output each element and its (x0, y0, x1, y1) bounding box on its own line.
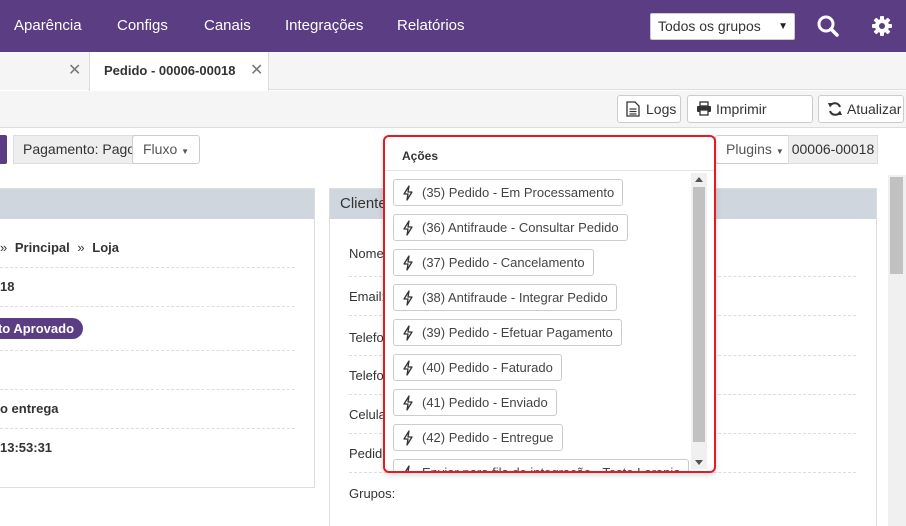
actions-scrollbar[interactable] (691, 173, 707, 469)
tab-order[interactable]: Pedido - 00006-00018 ✕ (89, 52, 269, 91)
action-label: Enviar para fila de integração - Teste L… (422, 465, 681, 473)
bolt-icon (403, 290, 413, 306)
scroll-down-icon[interactable] (695, 460, 703, 465)
bolt-icon (403, 395, 413, 411)
nav-configs[interactable]: Configs (117, 0, 168, 52)
bolt-icon (403, 185, 413, 201)
top-navbar: Aparência Configs Canais Integrações Rel… (0, 0, 906, 52)
action-label: (39) Pedido - Efetuar Pagamento (422, 325, 613, 340)
client-phone2-label: Telefo (349, 368, 384, 383)
time-value: 13:53:31 (0, 440, 53, 455)
order-id-value: 18 (0, 279, 15, 294)
plugins-label: Plugins (726, 141, 772, 157)
divider (0, 267, 295, 268)
flow-dropdown[interactable]: Fluxo ▼ (132, 135, 201, 164)
actions-scrollbar-thumb[interactable] (693, 187, 705, 442)
store-breadcrumb: » Principal » Loja (0, 240, 295, 255)
order-number: 00006-00018 (788, 135, 878, 164)
action-faturado[interactable]: (40) Pedido - Faturado (393, 354, 562, 381)
client-orders-label: Pedid (349, 446, 383, 461)
nav-aparencia[interactable]: Aparência (14, 0, 82, 52)
gear-icon[interactable] (869, 13, 895, 39)
logs-button[interactable]: Logs (617, 95, 681, 123)
action-label: (35) Pedido - Em Processamento (422, 185, 615, 200)
breadcrumb-separator: » (0, 240, 8, 255)
chevron-down-icon: ▼ (778, 21, 788, 32)
print-button[interactable]: Imprimir pedido (687, 95, 813, 143)
close-icon[interactable]: ✕ (250, 52, 263, 90)
nav-canais[interactable]: Canais (204, 0, 251, 52)
refresh-button[interactable]: Atualizar (818, 95, 904, 123)
action-label: (37) Pedido - Cancelamento (422, 255, 585, 270)
toolbar: Logs Imprimir pedido Atualizar (0, 91, 906, 143)
breadcrumb-principal: Principal (14, 240, 70, 255)
search-icon[interactable] (815, 13, 841, 39)
action-enviar-fila-integracao[interactable]: Enviar para fila de integração - Teste L… (393, 459, 690, 473)
caret-down-icon: ▼ (775, 147, 784, 156)
action-label: (36) Antifraude - Consultar Pedido (422, 220, 619, 235)
actions-dropdown: Ações (35) Pedido - Em Processamento (36… (383, 135, 716, 473)
divider (0, 428, 295, 429)
plugins-dropdown[interactable]: Plugins ▼ (715, 135, 795, 164)
action-label: (41) Pedido - Enviado (422, 395, 548, 410)
bolt-icon (403, 325, 413, 341)
action-label: (38) Antifraude - Integrar Pedido (422, 290, 608, 305)
group-select[interactable]: Todos os grupos ▼ (650, 13, 795, 40)
action-antifraude-consultar[interactable]: (36) Antifraude - Consultar Pedido (393, 214, 628, 241)
payment-badge: Pagamento: Pago (13, 135, 146, 164)
group-select-value: Todos os grupos (658, 18, 761, 34)
divider (0, 350, 295, 351)
delivery-value: o entrega (0, 401, 59, 416)
refresh-icon (828, 102, 842, 116)
client-phone-label: Telefo (349, 330, 384, 345)
action-enviado[interactable]: (41) Pedido - Enviado (393, 389, 557, 416)
refresh-label: Atualizar (847, 101, 902, 117)
panel-header (0, 189, 314, 219)
caret-down-icon: ▼ (181, 147, 190, 156)
client-groups-label: Grupos: (349, 486, 396, 501)
bolt-icon (403, 360, 413, 376)
breadcrumb-separator: » (77, 240, 85, 255)
bolt-icon (403, 430, 413, 446)
action-entregue[interactable]: (42) Pedido - Entregue (393, 424, 563, 451)
print-icon (697, 101, 711, 116)
file-icon (626, 101, 640, 117)
scroll-up-icon[interactable] (695, 177, 703, 182)
divider (0, 306, 295, 307)
actions-title: Ações (402, 149, 439, 163)
bolt-icon (403, 255, 413, 271)
client-email-label: Email: (349, 289, 386, 304)
action-efetuar-pagamento[interactable]: (39) Pedido - Efetuar Pagamento (393, 319, 622, 346)
client-name-label: Nome (349, 246, 384, 261)
action-label: (40) Pedido - Faturado (422, 360, 553, 375)
action-cancelamento[interactable]: (37) Pedido - Cancelamento (393, 249, 594, 276)
page-scrollbar-thumb[interactable] (890, 177, 903, 274)
close-icon[interactable]: ✕ (68, 52, 81, 90)
divider (0, 389, 295, 390)
page-scrollbar[interactable] (888, 175, 906, 526)
action-em-processamento[interactable]: (35) Pedido - Em Processamento (393, 179, 624, 206)
action-label: (42) Pedido - Entregue (422, 430, 554, 445)
nav-relatorios[interactable]: Relatórios (397, 0, 465, 52)
tab-previous[interactable]: ✕ (0, 52, 88, 90)
breadcrumb-loja: Loja (92, 240, 119, 255)
logs-label: Logs (646, 101, 677, 117)
flow-label: Fluxo (143, 141, 178, 157)
status-stub[interactable] (0, 135, 7, 164)
nav-integracoes[interactable]: Integrações (285, 0, 363, 52)
tab-bar: ✕ Pedido - 00006-00018 ✕ (0, 52, 906, 91)
tab-order-label: Pedido - 00006-00018 (104, 63, 236, 78)
divider (385, 170, 714, 171)
status-badge: nto Aprovado (0, 318, 84, 339)
client-mobile-label: Celula (349, 407, 386, 422)
bolt-icon (403, 220, 413, 236)
action-antifraude-integrar[interactable]: (38) Antifraude - Integrar Pedido (393, 284, 617, 311)
bolt-icon (405, 465, 410, 471)
